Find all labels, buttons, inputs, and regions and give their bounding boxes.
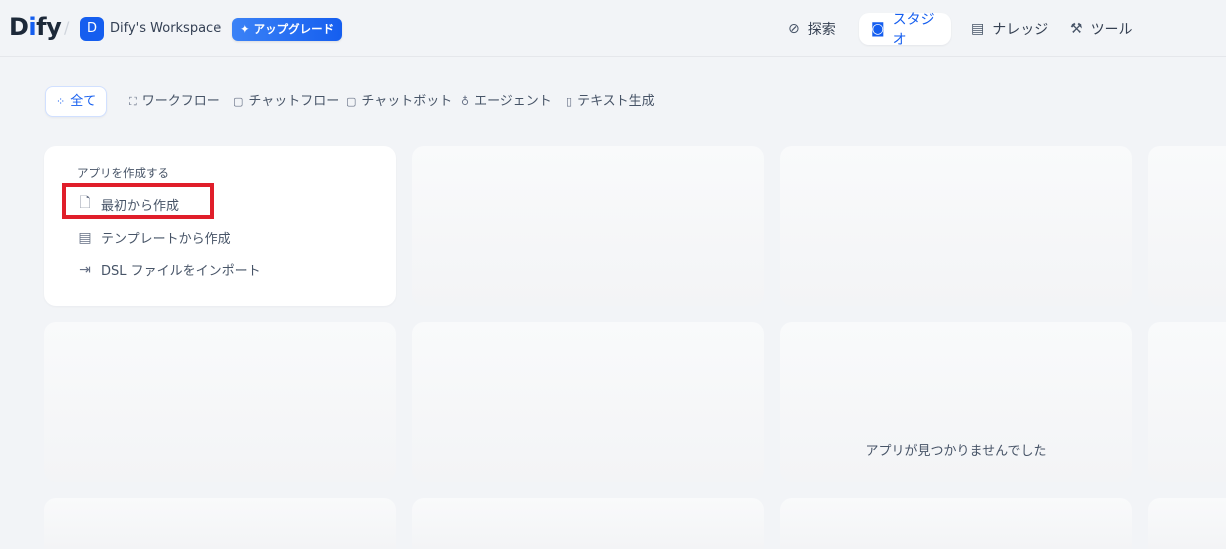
compass-icon: ⊘ (788, 21, 800, 37)
agent-icon: ♁ (461, 95, 470, 108)
app-card-placeholder (1148, 146, 1226, 306)
create-app-card: アプリを作成する 🗋 最初から作成 ▤ テンプレートから作成 ⇥ DSL ファイ… (44, 146, 396, 306)
robot-icon: ◙ (871, 21, 885, 37)
document-icon: ▯ (566, 95, 573, 108)
app-card-placeholder (44, 322, 396, 482)
app-card-placeholder (412, 322, 764, 482)
book-icon: ▤ (971, 21, 985, 37)
upgrade-button[interactable]: ✦ アップグレード (232, 18, 343, 41)
chat-bubble-icon: ▢ (233, 95, 244, 108)
sparkle-icon: ✦ (240, 22, 254, 36)
import-icon: ⇥ (79, 261, 91, 278)
create-app-title: アプリを作成する (77, 166, 169, 180)
dify-logo[interactable]: Dify (9, 13, 62, 41)
tab-chatflow[interactable]: ▢ チャットフロー (233, 87, 339, 117)
nav-explore[interactable]: ⊘ 探索 (788, 13, 836, 45)
import-dsl-button[interactable]: ⇥ DSL ファイルをインポート (77, 260, 261, 280)
app-card-placeholder: アプリが見つかりませんでした (780, 322, 1132, 482)
template-icon: ▤ (78, 229, 92, 246)
app-card-placeholder (1148, 498, 1226, 549)
app-card-placeholder (780, 146, 1132, 306)
nav-knowledge[interactable]: ▤ ナレッジ (971, 13, 1048, 45)
tab-agent[interactable]: ♁ エージェント (461, 87, 552, 117)
app-card-placeholder (412, 146, 764, 306)
workflow-icon: ⛶ (129, 95, 137, 108)
app-card-placeholder (780, 498, 1132, 549)
tab-all[interactable]: ⁘ 全て (45, 86, 108, 117)
chat-bubble-icon: ▢ (346, 95, 357, 108)
create-from-template-button[interactable]: ▤ テンプレートから作成 (77, 228, 230, 248)
breadcrumb-separator: / (64, 18, 70, 37)
workspace-avatar[interactable]: D (80, 17, 104, 41)
hammer-icon: ⚒ (1070, 21, 1083, 37)
tab-text-generation[interactable]: ▯ テキスト生成 (566, 87, 655, 117)
highlight-box (62, 183, 214, 219)
grid-icon: ⁘ (56, 94, 66, 108)
workspace-name[interactable]: Dify's Workspace (110, 21, 221, 36)
nav-tools[interactable]: ⚒ ツール (1070, 13, 1133, 45)
empty-state-message: アプリが見つかりませんでした (865, 444, 1047, 459)
chevron-down-icon[interactable]: ⌄ (214, 19, 222, 30)
app-card-placeholder (1148, 322, 1226, 482)
app-card-placeholder (412, 498, 764, 549)
top-header: Dify / D Dify's Workspace ⌄ ✦ アップグレード ⊘ … (0, 0, 1226, 57)
app-card-placeholder (44, 498, 396, 549)
tab-workflow[interactable]: ⛶ ワークフロー (129, 87, 220, 117)
nav-studio[interactable]: ◙ スタジオ (859, 12, 951, 48)
tab-chatbot[interactable]: ▢ チャットボット (346, 87, 452, 117)
